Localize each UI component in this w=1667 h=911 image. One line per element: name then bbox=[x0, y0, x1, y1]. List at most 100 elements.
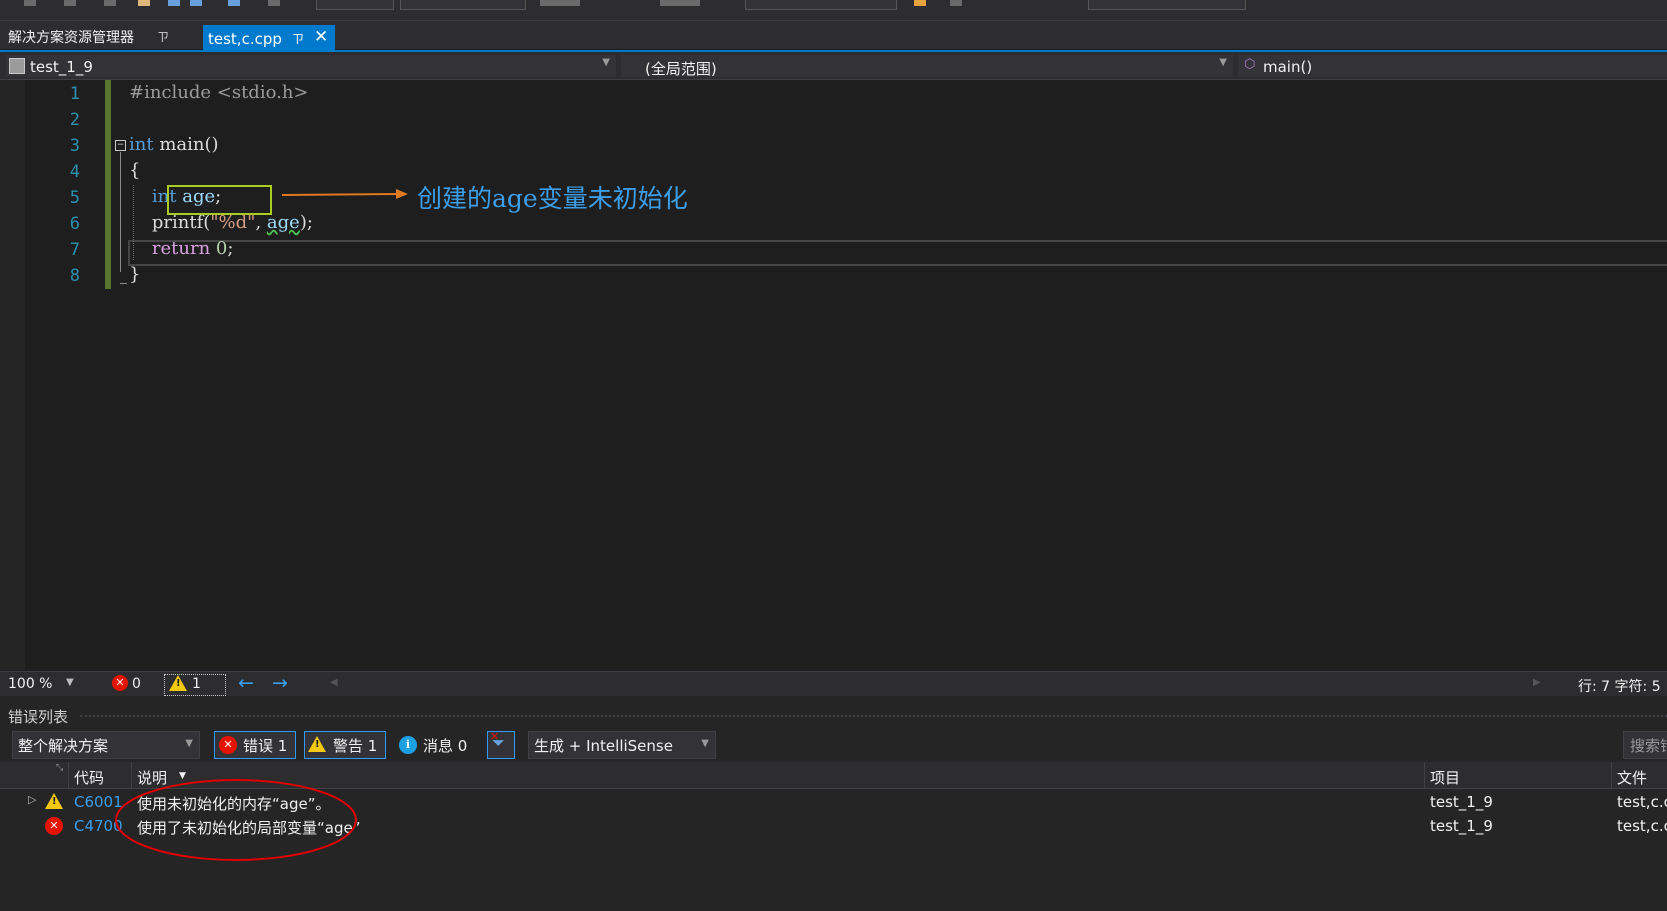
scope-filter-label: 整个解决方案 bbox=[18, 737, 109, 755]
code-line-1: #include <stdio.h> bbox=[129, 82, 309, 103]
code-editor[interactable] bbox=[0, 80, 1667, 670]
column-separator[interactable] bbox=[1611, 762, 1612, 788]
redo-icon[interactable] bbox=[268, 0, 280, 6]
cursor-position: 行: 7 字符: 5 bbox=[1578, 679, 1661, 695]
line-number: 5 bbox=[69, 188, 80, 208]
annotation-ellipse bbox=[115, 779, 357, 861]
debugger-label[interactable] bbox=[660, 0, 700, 6]
search-placeholder: 搜索错误列表 bbox=[1630, 737, 1667, 755]
change-tracking-bar bbox=[105, 80, 111, 289]
error-list-title: 错误列表 bbox=[8, 708, 69, 726]
chevron-down-icon: ▼ bbox=[602, 57, 610, 68]
line-number: 4 bbox=[69, 162, 80, 182]
error-file[interactable]: test,c.cpp bbox=[1617, 793, 1667, 811]
highlight-box bbox=[167, 185, 272, 215]
code-line-3: int main() bbox=[129, 134, 219, 155]
line-number: 7 bbox=[69, 240, 80, 260]
error-icon: ✕ bbox=[45, 817, 63, 835]
tab-test-cpp[interactable]: test,c.cpp ㄗ ✕ bbox=[203, 25, 335, 50]
code-line-8: } bbox=[129, 264, 141, 285]
expand-icon[interactable]: ▷ bbox=[28, 793, 36, 806]
current-line-highlight bbox=[128, 240, 1667, 266]
auto-dropdown[interactable] bbox=[745, 0, 897, 10]
save-all-icon[interactable] bbox=[190, 0, 202, 6]
new-item-icon[interactable] bbox=[104, 0, 116, 6]
column-separator[interactable] bbox=[1424, 762, 1425, 788]
collapse-icon[interactable]: − bbox=[115, 140, 126, 151]
toolbar-search-box[interactable] bbox=[1088, 0, 1246, 10]
warnings-filter-label: 警告 1 bbox=[333, 737, 378, 755]
info-icon: i bbox=[399, 736, 417, 754]
column-separator[interactable] bbox=[68, 762, 69, 788]
forward-icon[interactable] bbox=[64, 0, 76, 6]
undo-icon[interactable] bbox=[228, 0, 240, 6]
messages-filter-button[interactable]: i 消息 0 bbox=[394, 731, 476, 759]
find-icon[interactable] bbox=[914, 0, 926, 6]
scope-dropdown[interactable]: (全局范围) ▼ bbox=[621, 55, 1233, 78]
tab-solution-explorer[interactable]: 解决方案资源管理器 bbox=[8, 27, 134, 47]
scroll-right-icon[interactable]: ▶ bbox=[1533, 677, 1541, 688]
scroll-left-icon[interactable]: ◀ bbox=[330, 677, 338, 688]
open-folder-icon[interactable] bbox=[138, 0, 150, 6]
column-header-code[interactable]: 代码 bbox=[74, 767, 104, 788]
messages-filter-label: 消息 0 bbox=[423, 737, 468, 755]
fold-guide bbox=[120, 152, 121, 272]
fold-guide-end bbox=[120, 283, 127, 284]
next-arrow-icon[interactable]: → bbox=[272, 672, 288, 694]
member-dropdown[interactable]: ⬡ main() bbox=[1238, 55, 1667, 77]
chevron-down-icon: ▼ bbox=[1219, 57, 1227, 68]
build-filter-label: 生成 + IntelliSense bbox=[534, 737, 673, 755]
line-number: 3 bbox=[69, 136, 80, 156]
error-search-input[interactable]: 搜索错误列表 bbox=[1623, 731, 1667, 759]
warnings-filter-button[interactable]: ! 警告 1 bbox=[304, 731, 386, 759]
errors-filter-button[interactable]: ✕ 错误 1 bbox=[214, 731, 296, 759]
project-dropdown[interactable]: test_1_9 ▼ bbox=[6, 55, 616, 77]
back-icon[interactable] bbox=[24, 0, 36, 6]
platform-dropdown[interactable] bbox=[400, 0, 526, 10]
chevron-down-icon: ▼ bbox=[701, 738, 709, 749]
code-line-6: printf("%d", age); bbox=[129, 212, 313, 233]
save-icon[interactable] bbox=[168, 0, 180, 6]
code-line-7: return 0; bbox=[151, 238, 234, 259]
panel-grip[interactable] bbox=[80, 715, 1667, 721]
line-number: 6 bbox=[69, 214, 80, 234]
error-count[interactable]: 0 bbox=[132, 676, 141, 692]
chevron-down-icon: ▼ bbox=[185, 738, 193, 749]
warning-icon: ! bbox=[169, 675, 187, 691]
error-project: test_1_9 bbox=[1430, 793, 1493, 811]
method-icon: ⬡ bbox=[1244, 57, 1256, 72]
scope-label: (全局范围) bbox=[645, 60, 717, 78]
annotation-arrow bbox=[281, 189, 408, 199]
close-icon[interactable]: ✕ bbox=[314, 27, 328, 47]
chevron-down-icon[interactable]: ▼ bbox=[66, 677, 74, 688]
configuration-dropdown[interactable] bbox=[316, 0, 394, 10]
build-filter-dropdown[interactable]: 生成 + IntelliSense ▼ bbox=[528, 731, 716, 759]
filter-toggle-button[interactable]: ⏷ ✕ bbox=[487, 730, 515, 759]
line-number: 2 bbox=[69, 110, 80, 130]
code-line-4: { bbox=[129, 160, 141, 181]
warning-icon: ! bbox=[45, 793, 63, 809]
annotation-text: 创建的age变量未初始化 bbox=[417, 184, 688, 213]
scope-filter-dropdown[interactable]: 整个解决方案 ▼ bbox=[12, 731, 200, 759]
pin-icon[interactable]: ㄗ bbox=[292, 30, 304, 47]
warning-count: 1 bbox=[192, 676, 201, 692]
previous-arrow-icon[interactable]: ← bbox=[238, 672, 254, 694]
warning-icon: ! bbox=[308, 736, 326, 752]
error-file[interactable]: test,c.cpp bbox=[1617, 817, 1667, 835]
errors-filter-label: 错误 1 bbox=[243, 737, 288, 755]
project-icon bbox=[9, 58, 25, 74]
sort-icon[interactable]: ⤡ bbox=[56, 763, 63, 773]
error-icon: ✕ bbox=[112, 675, 128, 691]
line-number: 1 bbox=[69, 84, 80, 104]
error-project: test_1_9 bbox=[1430, 817, 1493, 835]
column-header-project[interactable]: 项目 bbox=[1430, 767, 1460, 788]
toolbar bbox=[0, 0, 1667, 21]
error-icon: ✕ bbox=[219, 736, 237, 754]
tab-label: test,c.cpp bbox=[208, 30, 282, 48]
run-button[interactable] bbox=[540, 0, 580, 6]
clear-filter-icon: ✕ bbox=[490, 730, 500, 743]
pin-icon[interactable]: ㄗ bbox=[157, 28, 169, 45]
column-header-file[interactable]: 文件 bbox=[1617, 767, 1647, 788]
zoom-level[interactable]: 100 % bbox=[8, 676, 52, 692]
layout-icon[interactable] bbox=[950, 0, 962, 6]
